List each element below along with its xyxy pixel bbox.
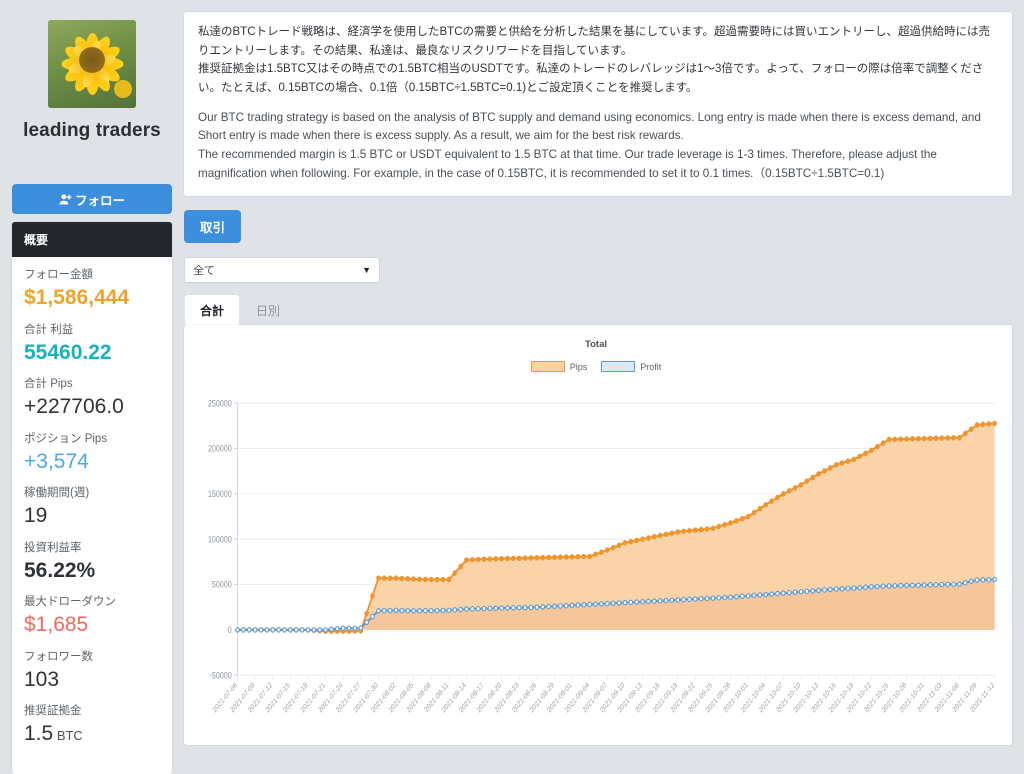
strategy-description-card: 私達のBTCトレード戦略は、経済学を使用したBTCの需要と供給を分析した結果を基… bbox=[184, 12, 1012, 197]
legend-swatch bbox=[601, 361, 636, 373]
overview-panel-header: 概要 bbox=[12, 222, 172, 257]
stat-item: 合計 利益 55460.22 bbox=[24, 322, 160, 367]
main-content: 私達のBTCトレード戦略は、経済学を使用したBTCの需要と供給を分析した結果を基… bbox=[184, 8, 1012, 746]
stat-label: 合計 利益 bbox=[24, 323, 74, 336]
trade-button[interactable]: 取引 bbox=[184, 210, 242, 244]
sunflower-secondary-icon bbox=[114, 80, 132, 98]
stat-label: 最大ドローダウン bbox=[24, 596, 116, 608]
svg-text:50000: 50000 bbox=[212, 580, 232, 590]
chart-tabs: 合計 日別 bbox=[184, 294, 1012, 326]
stat-value: +227706.0 bbox=[24, 395, 124, 419]
svg-text:200000: 200000 bbox=[208, 444, 232, 454]
avatar-wrapper bbox=[12, 20, 172, 108]
stat-label: 推奨証拠金 bbox=[24, 705, 82, 717]
stat-item: フォロワー数 103 bbox=[24, 649, 160, 694]
stat-value: 56.22% bbox=[24, 558, 96, 582]
description-jp-line1: 私達のBTCトレード戦略は、経済学を使用したBTCの需要と供給を分析した結果を基… bbox=[198, 26, 990, 57]
stat-item: 稼働期間(週) 19 bbox=[24, 485, 160, 530]
stat-unit: BTC bbox=[53, 728, 83, 744]
filter-select[interactable]: 全て ▼ bbox=[184, 257, 380, 284]
chart-card: Total Pips Profit 250000 200000 150000 10000… bbox=[184, 325, 1012, 746]
overview-panel: 概要 フォロー金額 $1,586,444 合計 利益 55460.22 合計 Pips +… bbox=[12, 222, 172, 774]
svg-text:150000: 150000 bbox=[208, 490, 232, 500]
stat-item: 合計 Pips +227706.0 bbox=[24, 376, 160, 421]
stat-value: $1,586,444 bbox=[24, 286, 130, 310]
chart-plot-area: 250000 200000 150000 100000 50000 0 -50000 2021… bbox=[194, 397, 998, 737]
filter-select-value: 全て bbox=[193, 265, 215, 278]
trade-button-row: 取引 bbox=[184, 210, 1012, 244]
stat-value: $1,685 bbox=[24, 613, 89, 637]
description-jp-line2: 推奨証拠金は1.5BTC又はその時点での1.5BTC相当のUSDTです。私達のト… bbox=[198, 63, 984, 94]
stat-item: ポジション Pips +3,574 bbox=[24, 431, 160, 476]
chart-svg: 250000200000150000100000500000-500002021… bbox=[208, 399, 997, 715]
tab-total[interactable]: 合計 bbox=[184, 294, 241, 326]
avatar bbox=[48, 20, 136, 108]
svg-text:250000: 250000 bbox=[208, 399, 232, 409]
stat-value: 55460.22 bbox=[24, 340, 112, 364]
description-japanese: 私達のBTCトレード戦略は、経済学を使用したBTCの需要と供給を分析した結果を基… bbox=[198, 23, 998, 98]
page-root: leading traders フォロー 概要 フォロー金額 $1,586,444… bbox=[0, 0, 1024, 774]
svg-text:0: 0 bbox=[228, 626, 232, 636]
stat-label: 稼働期間(週) bbox=[24, 487, 90, 499]
stat-label: フォロワー数 bbox=[24, 650, 93, 663]
description-en-line1: Our BTC trading strategy is based on the… bbox=[198, 110, 981, 143]
follow-button[interactable]: フォロー bbox=[12, 184, 172, 214]
stat-value: 103 bbox=[24, 667, 60, 691]
follow-button-label: フォロー bbox=[74, 193, 125, 208]
trader-name: leading traders bbox=[23, 120, 161, 141]
description-english: Our BTC trading strategy is based on the… bbox=[198, 109, 998, 185]
legend-label: Profit bbox=[640, 361, 662, 372]
description-en-line2: The recommended margin is 1.5 BTC or USD… bbox=[198, 148, 937, 181]
legend-swatch bbox=[530, 361, 565, 373]
stat-value: +3,574 bbox=[24, 449, 89, 473]
tab-daily[interactable]: 日別 bbox=[240, 294, 296, 325]
stat-label: 投資利益率 bbox=[24, 541, 82, 554]
chart-legend: Pips Profit bbox=[194, 361, 998, 373]
stat-item: 最大ドローダウン $1,685 bbox=[24, 594, 160, 639]
stat-item: 投資利益率 56.22% bbox=[24, 540, 160, 585]
stat-item: 推奨証拠金 1.5 BTC bbox=[24, 703, 160, 748]
chart-title: Total bbox=[585, 339, 607, 351]
stat-label: ポジション Pips bbox=[24, 432, 108, 445]
chevron-down-icon: ▼ bbox=[362, 265, 371, 276]
stat-value: 19 bbox=[24, 504, 48, 528]
stat-value: 1.5 BTC bbox=[24, 722, 83, 746]
legend-item[interactable]: Profit bbox=[601, 361, 662, 373]
svg-text:100000: 100000 bbox=[208, 535, 232, 545]
legend-item[interactable]: Pips bbox=[530, 361, 588, 373]
overview-stats-list: フォロー金額 $1,586,444 合計 利益 55460.22 合計 Pips +227… bbox=[12, 257, 172, 774]
stat-label: フォロー金額 bbox=[24, 269, 93, 281]
filter-row: 全て ▼ bbox=[184, 257, 1012, 284]
stat-label: 合計 Pips bbox=[24, 378, 73, 390]
left-sidebar: leading traders フォロー 概要 フォロー金額 $1,586,444… bbox=[12, 8, 172, 774]
legend-label: Pips bbox=[569, 361, 588, 372]
user-plus-icon bbox=[59, 193, 72, 206]
stat-item: フォロー金額 $1,586,444 bbox=[24, 267, 160, 312]
svg-text:-50000: -50000 bbox=[210, 671, 233, 681]
